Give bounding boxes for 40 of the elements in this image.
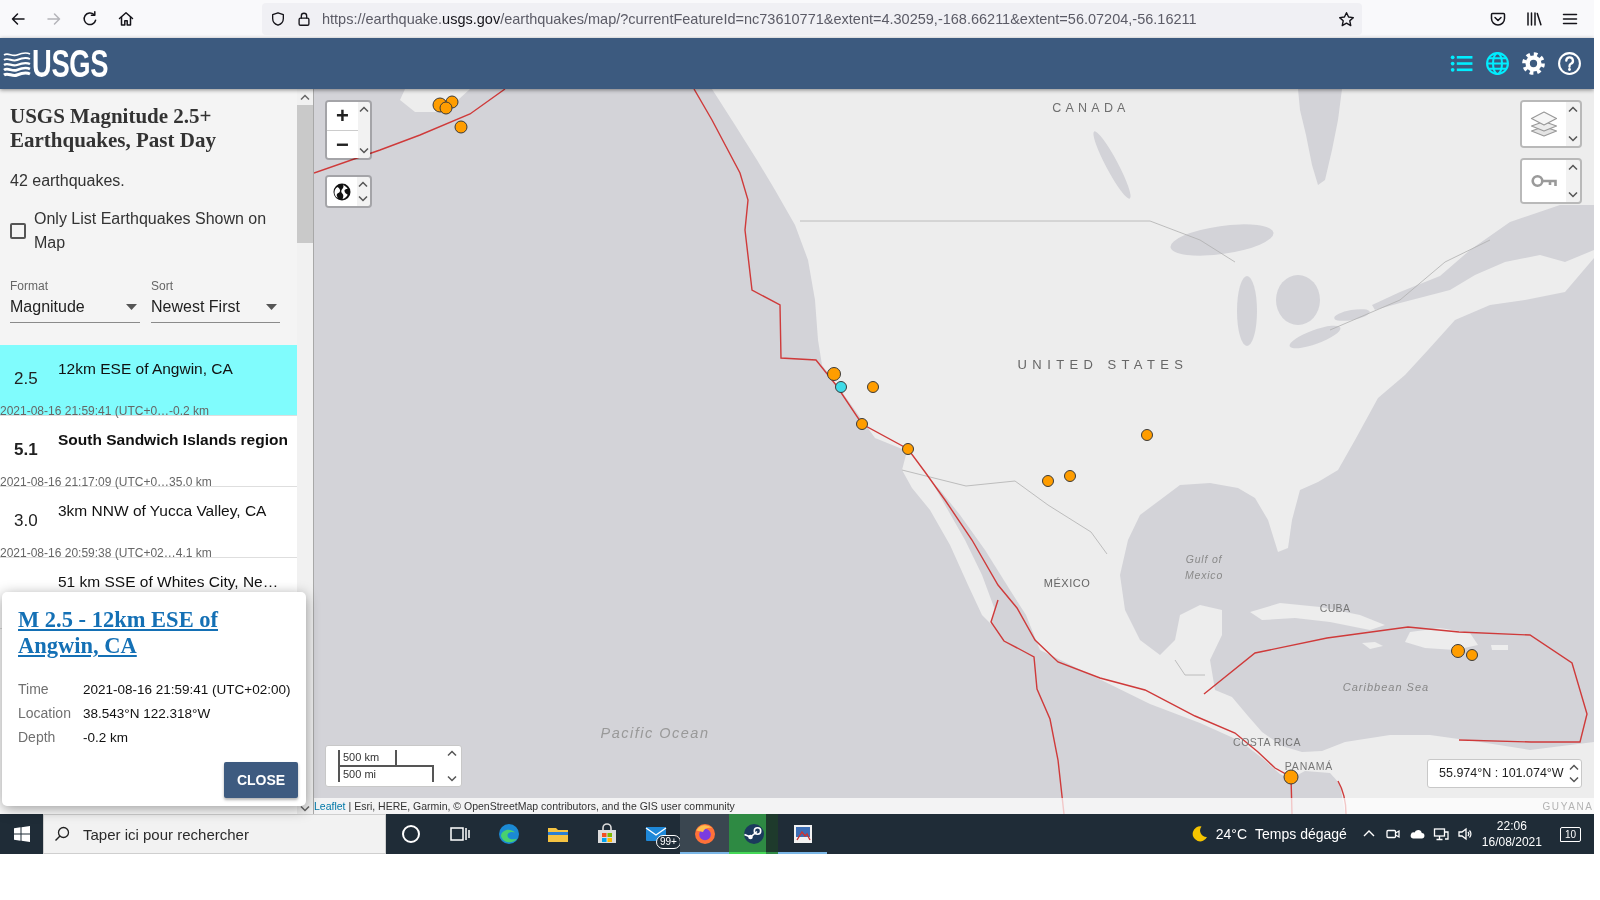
- map-label: GUYANA: [1542, 800, 1594, 812]
- map-label: MÉXICO: [1043, 577, 1091, 589]
- detail-label: Time: [18, 681, 50, 697]
- clock-date: 16/08/2021: [1481, 834, 1542, 850]
- map-label: Caribbean Sea: [1342, 680, 1430, 695]
- place-text: 3km NNW of Yucca Valley, CA: [58, 501, 268, 521]
- depth-text: 35.0 km: [169, 474, 212, 490]
- map-label: Pacific Ocean: [600, 725, 710, 741]
- panel-title: USGS Magnitude 2.5+ Earthquakes, Past Day: [10, 104, 217, 152]
- detail-value: 38.543°N 122.318°W: [83, 705, 212, 721]
- notification-badge: 99+: [656, 835, 681, 849]
- map-label: PANAMÁ: [1284, 760, 1334, 772]
- coordinates-readout: 55.974°N : 101.074°W: [1438, 765, 1565, 782]
- depth-text: -0.2 km: [169, 403, 210, 419]
- earthquake-count: 42 earthquakes.: [10, 171, 126, 191]
- detail-label: Depth: [18, 729, 57, 745]
- place-text: 12km ESE of Angwin, CA: [58, 359, 234, 379]
- detail-value: -0.2 km: [83, 729, 129, 745]
- map-label: CANADA: [1052, 101, 1130, 115]
- scale-segment: 500 mi: [338, 765, 434, 782]
- clock-time: 22:06: [1496, 818, 1527, 834]
- place-text: 51 km SSE of Whites City, Ne…: [58, 572, 280, 592]
- map-label: UNITED STATES: [1017, 356, 1189, 372]
- magnitude-text: 5.1: [13, 440, 39, 460]
- weather-temperature: 24°C: [1215, 826, 1248, 842]
- map-label: Gulf of Mexico: [1183, 552, 1225, 583]
- detail-label: Location: [18, 705, 72, 721]
- time-text: 2021-08-16 21:17:09 (UTC+0…: [0, 474, 170, 490]
- magnitude-text: 2.5: [13, 369, 39, 389]
- field-label: Sort: [151, 278, 174, 294]
- weather-condition: Temps dégagé: [1255, 826, 1347, 842]
- depth-text: 4.1 km: [175, 545, 212, 561]
- scale-segment: 500 km: [338, 750, 397, 765]
- magnitude-text: 3.0: [13, 511, 39, 531]
- map-label: CUBA: [1319, 602, 1351, 614]
- place-text: South Sandwich Islands region: [58, 430, 289, 450]
- time-text: 2021-08-16 21:59:41 (UTC+0…: [0, 403, 170, 419]
- detail-value: 2021-08-16 21:59:41 (UTC+02:00): [83, 681, 292, 697]
- time-text: 2021-08-16 20:59:38 (UTC+02…: [0, 545, 176, 561]
- field-label: Format: [10, 278, 49, 294]
